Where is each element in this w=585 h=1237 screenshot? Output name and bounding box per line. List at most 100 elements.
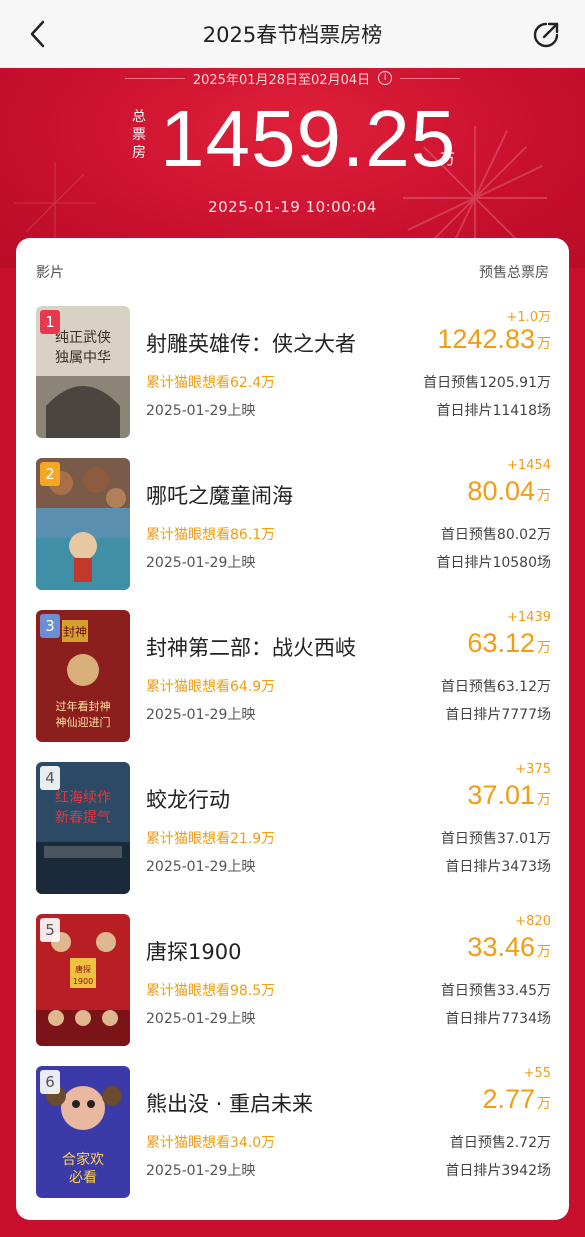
presale-delta: +1439: [507, 610, 551, 625]
movie-title: 唐探1900: [146, 940, 242, 964]
svg-text:必看: 必看: [69, 1170, 97, 1186]
movie-poster[interactable]: 红海续作 新春提气 4: [36, 762, 130, 894]
svg-text:合家欢: 合家欢: [62, 1151, 104, 1168]
movie-row[interactable]: 封神 过年看封神 神仙迎进门 3 封神第二部：战火西岐 累计猫眼想看64.9万 …: [36, 610, 551, 744]
rank-badge: 3: [40, 614, 60, 638]
date-range-text: 2025年01月28日至02月04日: [192, 72, 371, 88]
presale-total: 1242.83 万: [437, 324, 551, 355]
presale-total: 33.46 万: [467, 932, 551, 963]
rank-badge: 5: [40, 918, 60, 942]
release-date: 2025-01-29上映: [146, 859, 256, 875]
column-movie: 影片: [36, 265, 64, 281]
movie-title: 哪吒之魔童闹海: [146, 484, 293, 508]
first-day-presale: 首日预售1205.91万: [423, 375, 551, 391]
release-date: 2025-01-29上映: [146, 1163, 256, 1179]
presale-delta: +1.0万: [506, 310, 551, 325]
svg-text:唐探: 唐探: [75, 964, 91, 974]
svg-text:1900: 1900: [73, 977, 93, 986]
release-date: 2025-01-29上映: [146, 555, 256, 571]
svg-text:红海续作: 红海续作: [55, 789, 111, 806]
presale-total: 37.01 万: [467, 780, 551, 811]
first-day-shows: 首日排片11418场: [436, 403, 551, 419]
update-time: 2025-01-19 10:00:04: [208, 198, 377, 216]
presale-unit: 万: [537, 1096, 551, 1112]
movie-row[interactable]: 2 哪吒之魔童闹海 累计猫眼想看86.1万 2025-01-29上映 +1454…: [36, 458, 551, 592]
wish-count: 累计猫眼想看86.1万: [146, 527, 276, 543]
movie-row[interactable]: 唐探 1900 5 唐探1900 累计猫眼想看98.5万 2025-01-29上…: [36, 914, 551, 1048]
presale-total: 63.12 万: [467, 628, 551, 659]
info-icon[interactable]: i: [378, 71, 393, 85]
movie-poster[interactable]: 合家欢 必看 6: [36, 1066, 130, 1198]
presale-delta: +1454: [507, 458, 551, 473]
wish-count: 累计猫眼想看34.0万: [146, 1135, 276, 1151]
svg-text:过年看封神: 过年看封神: [56, 699, 111, 713]
chevron-left-icon: [30, 20, 45, 48]
date-range: 2025年01月28日至02月04日 i: [0, 68, 585, 88]
presale-unit: 万: [537, 488, 551, 504]
presale-unit: 万: [537, 336, 551, 352]
release-date: 2025-01-29上映: [146, 1011, 256, 1027]
first-day-shows: 首日排片7777场: [445, 707, 551, 723]
movie-row[interactable]: 纯正武侠 独属中华 1 射雕英雄传：侠之大者 累计猫眼想看62.4万 2025-…: [36, 306, 551, 440]
first-day-presale: 首日预售80.02万: [440, 527, 551, 543]
share-button[interactable]: [529, 18, 563, 52]
presale-value: 63.12: [467, 628, 535, 658]
first-day-shows: 首日排片7734场: [445, 1011, 551, 1027]
movie-title: 熊出没 · 重启未来: [146, 1092, 314, 1116]
movie-title: 射雕英雄传：侠之大者: [146, 332, 356, 356]
presale-unit: 万: [537, 640, 551, 656]
nav-bar: 2025春节档票房榜: [0, 0, 585, 68]
presale-total: 2.77 万: [482, 1084, 551, 1115]
wish-count: 累计猫眼想看98.5万: [146, 983, 276, 999]
presale-unit: 万: [537, 792, 551, 808]
first-day-presale: 首日预售37.01万: [440, 831, 551, 847]
presale-value: 33.46: [467, 932, 535, 962]
presale-delta: +375: [515, 762, 551, 777]
wish-count: 累计猫眼想看62.4万: [146, 375, 276, 391]
release-date: 2025-01-29上映: [146, 707, 256, 723]
rank-badge: 1: [40, 310, 60, 334]
presale-unit: 万: [537, 944, 551, 960]
first-day-shows: 首日排片10580场: [436, 555, 551, 571]
movie-poster[interactable]: 纯正武侠 独属中华 1: [36, 306, 130, 438]
svg-text:纯正武侠: 纯正武侠: [55, 330, 111, 346]
svg-text:独属中华: 独属中华: [55, 350, 111, 366]
movie-poster[interactable]: 封神 过年看封神 神仙迎进门 3: [36, 610, 130, 742]
total-label: 总票房: [132, 109, 146, 161]
rank-badge: 2: [40, 462, 60, 486]
movie-poster[interactable]: 2: [36, 458, 130, 590]
total-unit: 万: [440, 150, 456, 168]
svg-text:神仙迎进门: 神仙迎进门: [56, 715, 111, 729]
first-day-shows: 首日排片3942场: [445, 1163, 551, 1179]
divider: [124, 77, 185, 79]
presale-value: 80.04: [467, 476, 535, 506]
total-box-office: 1459.25: [160, 94, 457, 183]
presale-total: 80.04 万: [467, 476, 551, 507]
first-day-shows: 首日排片3473场: [445, 859, 551, 875]
presale-value: 37.01: [467, 780, 535, 810]
movie-title: 蛟龙行动: [146, 788, 230, 812]
svg-text:新春提气: 新春提气: [55, 810, 111, 826]
first-day-presale: 首日预售33.45万: [440, 983, 551, 999]
movie-row[interactable]: 合家欢 必看 6 熊出没 · 重启未来 累计猫眼想看34.0万 2025-01-…: [36, 1066, 551, 1200]
divider: [400, 77, 461, 79]
wish-count: 累计猫眼想看21.9万: [146, 831, 276, 847]
rank-badge: 6: [40, 1070, 60, 1094]
presale-value: 2.77: [482, 1084, 535, 1114]
ranking-card: 影片 预售总票房 纯正武侠 独属中华 1 射雕英雄传：侠之大者 累计猫眼想看62…: [16, 238, 569, 1220]
presale-delta: +820: [515, 914, 551, 929]
share-icon: [533, 22, 559, 48]
table-header: 影片 预售总票房: [36, 262, 549, 282]
presale-value: 1242.83: [437, 324, 535, 354]
movie-row[interactable]: 红海续作 新春提气 4 蛟龙行动 累计猫眼想看21.9万 2025-01-29上…: [36, 762, 551, 896]
rank-badge: 4: [40, 766, 60, 790]
first-day-presale: 首日预售2.72万: [449, 1135, 551, 1151]
page-title: 2025春节档票房榜: [202, 23, 383, 47]
column-presale: 预售总票房: [479, 265, 549, 281]
wish-count: 累计猫眼想看64.9万: [146, 679, 276, 695]
movie-poster[interactable]: 唐探 1900 5: [36, 914, 130, 1046]
back-button[interactable]: [22, 18, 54, 50]
release-date: 2025-01-29上映: [146, 403, 256, 419]
movie-title: 封神第二部：战火西岐: [146, 636, 356, 660]
first-day-presale: 首日预售63.12万: [440, 679, 551, 695]
